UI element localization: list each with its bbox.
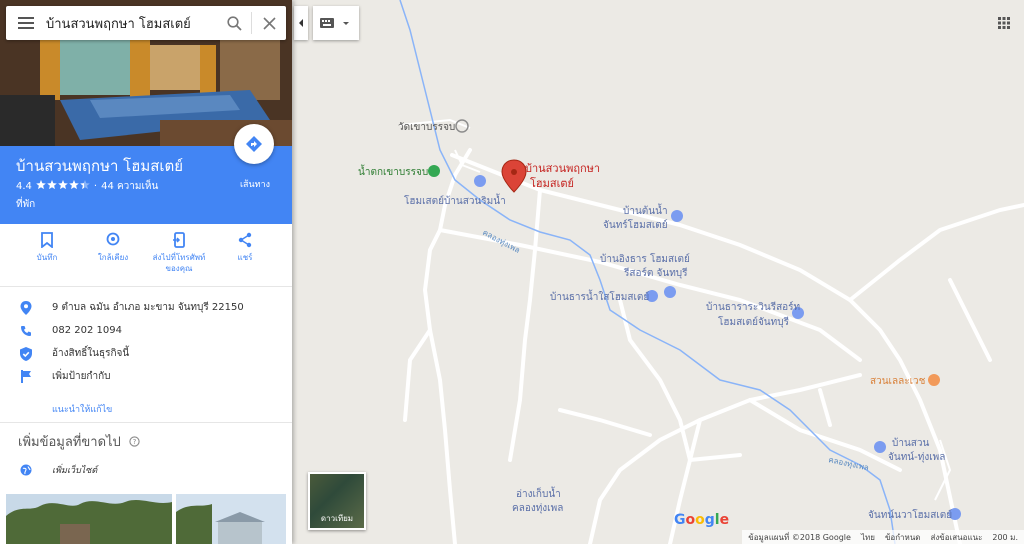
caret-left-icon xyxy=(299,19,303,27)
address-text: 9 ตำบล ฉมัน อำเภอ มะขาม จันทบุรี 22150 xyxy=(52,302,244,313)
map-label-chanwara: จันทน์นวาโฮมสเตย์ xyxy=(868,508,952,521)
hamburger-menu-icon xyxy=(18,17,34,29)
review-count[interactable]: 44 ความเห็น xyxy=(101,179,158,194)
star-icon xyxy=(47,180,57,190)
verified-shield-icon xyxy=(20,346,32,361)
add-website-text: เพิ่มเว็บไซต์ xyxy=(52,466,98,476)
map-label-reservoir-1: อ่างเก็บน้ำ xyxy=(516,486,561,500)
map-label-thara-1: บ้านธาราระวินรีสอร์ท xyxy=(706,301,800,313)
section-divider xyxy=(0,422,292,423)
map-label-thara-2: โฮมสเตย์จันทบุรี xyxy=(718,315,790,328)
phone-row[interactable]: 082 202 1094 xyxy=(0,319,292,342)
map-label-baanton-1: บ้านต้นน้ำ xyxy=(623,203,668,217)
map-label-temple: วัดเขาบรรจบ xyxy=(398,122,455,133)
map-label-reservoir-2: คลองทุ่งเพล xyxy=(512,503,563,514)
map-label-waterfall: น้ำตกเขาบรรจบ xyxy=(358,164,428,178)
send-to-phone-button[interactable]: ส่งไปที่โทรศัพท์ของคุณ xyxy=(146,232,212,274)
claim-row[interactable]: อ้างสิทธิ์ในธุรกิจนี้ xyxy=(0,342,292,365)
place-panel: บ้านสวนพฤกษา โฮมสเตย์ 4.4 · 44 ความเห็น … xyxy=(0,0,292,544)
map-label-suan-2: จันทน์-ทุ่งเพล xyxy=(888,451,945,463)
map-label-homestay-riverside: โฮมเสตย์บ้านสวนริมน้ำ xyxy=(404,193,506,207)
photo-thumbnails xyxy=(0,494,292,544)
search-button[interactable] xyxy=(217,6,251,40)
info-list: 9 ตำบล ฉมัน อำเภอ มะขาม จันทบุรี 22150 0… xyxy=(0,296,292,388)
location-pin-icon xyxy=(20,300,32,315)
share-button[interactable]: แชร์ xyxy=(212,232,278,263)
star-icon xyxy=(69,180,79,190)
phone-text: 082 202 1094 xyxy=(52,325,122,336)
send-to-phone-icon xyxy=(173,232,185,248)
address-row[interactable]: 9 ตำบล ฉมัน อำเภอ มะขาม จันทบุรี 22150 xyxy=(0,296,292,319)
map-label-thannam: บ้านธารน้ำใสโฮมสเตย์ xyxy=(550,289,649,303)
search-box[interactable]: บ้านสวนพฤกษา โฮมสเตย์ xyxy=(6,6,286,40)
map-footer: ข้อมูลแผนที่ ©2018 Google ไทย ข้อกำหนด ส… xyxy=(742,530,1024,544)
save-button[interactable]: บันทึก xyxy=(14,232,80,263)
add-label-text: เพิ่มป้ายกำกับ xyxy=(52,371,111,382)
send-to-phone-label: ส่งไปที่โทรศัพท์ของคุณ xyxy=(152,253,206,273)
globe-icon xyxy=(20,464,32,476)
nearby-button[interactable]: ใกล้เคียง xyxy=(80,232,146,263)
rating-row[interactable]: 4.4 · 44 ความเห็น xyxy=(16,179,158,194)
nearby-label: ใกล้เคียง xyxy=(97,253,129,262)
scale-label: 200 ม. xyxy=(992,532,1018,542)
language-link[interactable]: ไทย xyxy=(861,531,875,544)
map-label-ingthan-1: บ้านอิงธาร โฮมสเตย์ xyxy=(600,252,690,265)
rating-separator: · xyxy=(93,181,98,192)
map-label-baanton-2: จันทร์โฮมสเตย์ xyxy=(603,218,668,231)
star-icon xyxy=(80,180,90,190)
flag-icon xyxy=(20,370,31,383)
apps-grid-icon[interactable] xyxy=(998,17,1010,29)
phone-icon xyxy=(21,325,31,336)
share-icon xyxy=(238,232,252,248)
action-bar: บันทึก ใกล้เคียง ส่งไปที่โทรศัพท์ของคุณ … xyxy=(0,224,292,287)
terms-link[interactable]: ข้อกำหนด xyxy=(885,531,921,544)
place-category[interactable]: ที่พัก xyxy=(16,197,35,212)
photo-strip xyxy=(6,494,286,544)
map-label-ingthan-2: รีสอร์ต จันทบุรี xyxy=(623,267,688,279)
collapse-panel-button[interactable] xyxy=(294,6,308,40)
add-website-row[interactable]: เพิ่มเว็บไซต์ xyxy=(0,463,97,477)
add-label-row[interactable]: เพิ่มป้ายกำกับ xyxy=(0,365,292,388)
share-label: แชร์ xyxy=(237,253,253,262)
map-data-credit: ข้อมูลแผนที่ ©2018 Google xyxy=(748,532,851,542)
search-input[interactable]: บ้านสวนพฤกษา โฮมสเตย์ xyxy=(46,13,217,34)
clear-search-button[interactable] xyxy=(252,6,286,40)
star-icon xyxy=(36,180,46,190)
keyboard-icon xyxy=(320,18,349,28)
satellite-toggle[interactable]: ดาวเทียม xyxy=(308,472,366,530)
directions-button[interactable] xyxy=(234,124,274,164)
search-icon xyxy=(226,15,242,31)
missing-info-heading: เพิ่มข้อมูลที่ขาดไป ? xyxy=(18,431,140,452)
help-icon[interactable]: ? xyxy=(129,436,140,447)
menu-button[interactable] xyxy=(6,6,46,40)
svg-text:?: ? xyxy=(132,438,136,446)
google-logo: Google xyxy=(674,512,730,528)
missing-info-title: เพิ่มข้อมูลที่ขาดไป xyxy=(18,435,121,450)
map-label-suan-1: บ้านสวน xyxy=(892,437,930,449)
nearby-icon xyxy=(106,232,120,246)
directions-label: เส้นทาง xyxy=(239,180,271,190)
bookmark-icon xyxy=(41,232,53,248)
rating-value: 4.4 xyxy=(16,181,32,192)
place-title: บ้านสวนพฤกษา โฮมสเตย์ xyxy=(16,157,184,175)
close-icon xyxy=(262,16,276,30)
input-tools-button[interactable] xyxy=(313,6,359,40)
rating-stars xyxy=(36,180,90,193)
feedback-link[interactable]: ส่งข้อเสนอแนะ xyxy=(930,531,982,544)
claim-text: อ้างสิทธิ์ในธุรกิจนี้ xyxy=(52,348,130,359)
map-label-garden: สวนเลละเวช xyxy=(870,376,926,387)
satellite-label: ดาวเทียม xyxy=(320,514,354,523)
star-icon xyxy=(58,180,68,190)
suggest-edit-link[interactable]: แนะนำให้แก้ไข xyxy=(52,402,112,416)
map-label-pin-2: โฮมสเตย์ xyxy=(530,176,574,190)
directions-icon xyxy=(246,136,262,152)
map-label-pin-1: บ้านสวนพฤกษา xyxy=(525,162,600,175)
save-label: บันทึก xyxy=(36,253,58,262)
